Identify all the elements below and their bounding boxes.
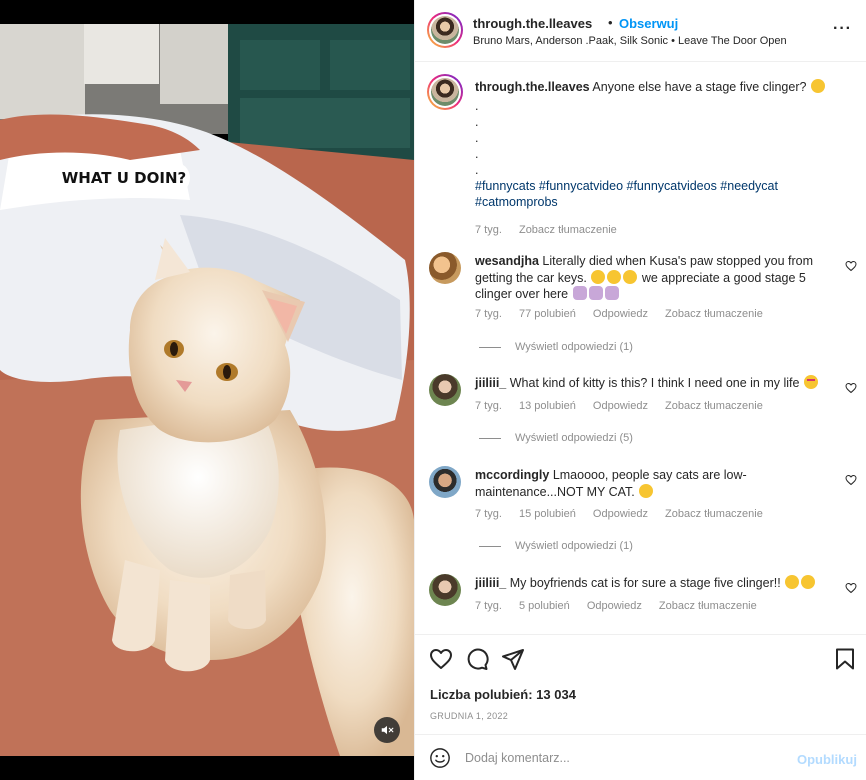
caption-time: 7 tyg.: [475, 224, 502, 236]
reply-button[interactable]: Odpowiedz: [593, 508, 648, 520]
comment-meta: 7 tyg. 5 polubień Odpowiedz Zobacz tłuma…: [475, 600, 771, 612]
reply-button[interactable]: Odpowiedz: [593, 400, 648, 412]
comment-like-icon[interactable]: [845, 260, 857, 272]
commenter-avatar[interactable]: [429, 252, 461, 284]
mute-button[interactable]: [374, 717, 400, 743]
publish-button[interactable]: Opublikuj: [797, 752, 857, 767]
share-icon[interactable]: [501, 647, 525, 671]
comment-username[interactable]: jiiliii_: [475, 576, 506, 590]
translate-button[interactable]: Zobacz tłumaczenie: [665, 508, 763, 520]
reply-button[interactable]: Odpowiedz: [593, 308, 648, 320]
emoji-icon[interactable]: [429, 747, 451, 769]
caption-translate-button[interactable]: Zobacz tłumaczenie: [519, 224, 617, 236]
caption-dots: . . . . .: [475, 98, 479, 177]
comment-body: What kind of kitty is this? I think I ne…: [509, 376, 800, 390]
translate-button[interactable]: Zobacz tłumaczenie: [665, 400, 763, 412]
bookmark-icon[interactable]: [833, 647, 857, 671]
author-username[interactable]: through.the.lleaves: [473, 16, 592, 31]
comment-body: My boyfriends cat is for sure a stage fi…: [509, 576, 781, 590]
caption-meta: 7 tyg. Zobacz tłumaczenie: [475, 224, 631, 236]
comment-like-icon[interactable]: [845, 582, 857, 594]
comment-item: jiiliii_ My boyfriends cat is for sure a…: [415, 572, 866, 632]
comment-text: jiiliii_ My boyfriends cat is for sure a…: [475, 575, 827, 592]
follow-button[interactable]: Obserwuj: [619, 16, 678, 31]
comment-text: mccordingly Lmaoooo, people say cats are…: [475, 467, 755, 500]
caption-username[interactable]: through.the.lleaves: [475, 80, 590, 94]
comment-likes[interactable]: 13 polubień: [519, 400, 576, 412]
comments-list[interactable]: through.the.lleaves Anyone else have a s…: [415, 62, 866, 634]
comment-username[interactable]: mccordingly: [475, 468, 549, 482]
comment-like-icon[interactable]: [845, 382, 857, 394]
view-replies-button[interactable]: Wyświetl odpowiedzi (5): [479, 432, 633, 444]
comment-time: 7 tyg.: [475, 400, 502, 412]
comment-time: 7 tyg.: [475, 600, 502, 612]
comment-icon[interactable]: [465, 647, 489, 671]
caption-hashtags[interactable]: #funnycats #funnycatvideo #funnycatvideo…: [475, 178, 827, 211]
post-actions: Liczba polubień: 13 034 GRUDNIA 1, 2022: [415, 634, 866, 734]
comment-item: jiiliii_ What kind of kitty is this? I t…: [415, 372, 866, 452]
laughing-emoji: [810, 79, 825, 93]
comment-likes[interactable]: 15 polubień: [519, 508, 576, 520]
commenter-avatar[interactable]: [429, 374, 461, 406]
comment-meta: 7 tyg. 13 polubień Odpowiedz Zobacz tłum…: [475, 400, 777, 412]
video-overlay-text: WHAT U DOIN?: [58, 162, 190, 194]
caption-text: through.the.lleaves Anyone else have a s…: [475, 79, 827, 211]
translate-button[interactable]: Zobacz tłumaczenie: [665, 308, 763, 320]
likes-count[interactable]: Liczba polubień: 13 034: [430, 687, 576, 702]
post-header: through.the.lleaves • Obserwuj Bruno Mar…: [415, 0, 866, 62]
comment-item: wesandjha Literally died when Kusa's paw…: [415, 250, 866, 360]
caption-body: Anyone else have a stage five clinger?: [592, 80, 807, 94]
view-replies-button[interactable]: Wyświetl odpowiedzi (1): [479, 341, 633, 353]
more-options-icon[interactable]: ···: [833, 20, 852, 38]
video-frame: [0, 0, 414, 780]
comment-meta: 7 tyg. 15 polubień Odpowiedz Zobacz tłum…: [475, 508, 777, 520]
commenter-avatar[interactable]: [429, 574, 461, 606]
translate-button[interactable]: Zobacz tłumaczenie: [659, 600, 757, 612]
comment-text: wesandjha Literally died when Kusa's paw…: [475, 253, 827, 303]
comment-username[interactable]: wesandjha: [475, 254, 539, 268]
reply-button[interactable]: Odpowiedz: [587, 600, 642, 612]
comment-composer: Opublikuj: [415, 734, 866, 780]
view-replies-button[interactable]: Wyświetl odpowiedzi (1): [479, 540, 633, 552]
comment-likes[interactable]: 5 polubień: [519, 600, 570, 612]
comment-input[interactable]: [465, 745, 785, 771]
post-side-panel: through.the.lleaves • Obserwuj Bruno Mar…: [414, 0, 866, 780]
comment-time: 7 tyg.: [475, 308, 502, 320]
comment-username[interactable]: jiiliii_: [475, 376, 506, 390]
comment-item: mccordingly Lmaoooo, people say cats are…: [415, 464, 866, 554]
comment-like-icon[interactable]: [845, 474, 857, 486]
post-caption: through.the.lleaves Anyone else have a s…: [415, 70, 866, 250]
post-date: GRUDNIA 1, 2022: [430, 711, 509, 721]
audio-track-link[interactable]: Bruno Mars, Anderson .Paak, Silk Sonic •…: [473, 35, 787, 47]
comment-time: 7 tyg.: [475, 508, 502, 520]
comment-meta: 7 tyg. 77 polubień Odpowiedz Zobacz tłum…: [475, 308, 777, 320]
caption-avatar[interactable]: [427, 74, 463, 110]
comment-text: jiiliii_ What kind of kitty is this? I t…: [475, 375, 827, 392]
heart-icon[interactable]: [429, 647, 453, 671]
header-separator: •: [608, 15, 613, 30]
comment-likes[interactable]: 77 polubień: [519, 308, 576, 320]
post-dialog: WHAT U DOIN? through.the.lleaves • Obser…: [0, 0, 866, 780]
video-player[interactable]: WHAT U DOIN?: [0, 0, 414, 780]
author-avatar[interactable]: [427, 12, 463, 48]
speaker-muted-icon: [381, 725, 394, 735]
commenter-avatar[interactable]: [429, 466, 461, 498]
